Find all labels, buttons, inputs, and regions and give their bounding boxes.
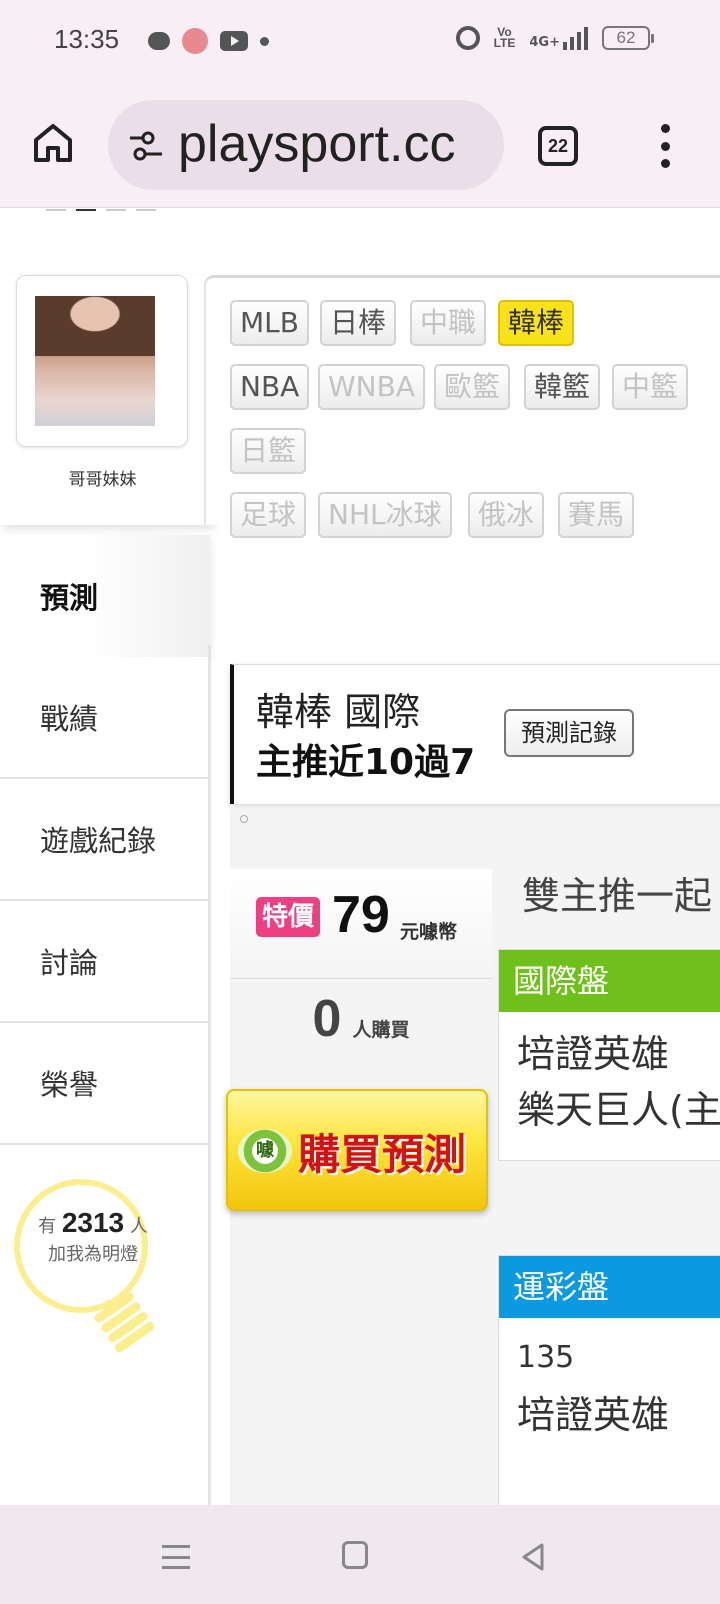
sale-badge: 特價 xyxy=(256,897,320,937)
price-value: 79 xyxy=(332,886,390,944)
menu-item-discussion[interactable]: 討論 xyxy=(0,901,210,1023)
intl-market-team-1: 培證英雄 xyxy=(517,1032,670,1076)
follower-prefix: 有 xyxy=(38,1216,57,1237)
signal-icon: 4G+ xyxy=(529,26,588,50)
intl-market-pick: 培證英雄 樂天巨人(主 xyxy=(499,1012,720,1138)
address-bar[interactable]: playsport.cc xyxy=(108,100,504,190)
prediction-header: 韓棒 國際 主推近10過7 預測記錄 xyxy=(230,664,720,804)
intl-market-title: 國際盤 xyxy=(499,950,720,1012)
follower-bulb[interactable]: 有 2313 人 加我為明燈 xyxy=(14,1179,164,1359)
prediction-body: 特價 79 元噱幣 0 人購買 噱 購買預測 雙主推一起 國際盤 培證英雄 樂天… xyxy=(226,809,720,1505)
system-navigation-bar xyxy=(0,1505,720,1604)
coin-icon: 噱 xyxy=(238,1129,292,1173)
sport-tag-nba[interactable]: NBA xyxy=(230,364,310,410)
avatar-image xyxy=(35,296,155,426)
profile-side-menu: 預測 戰績 遊戲紀錄 討論 榮譽 xyxy=(0,535,210,1145)
youtube-icon xyxy=(220,31,248,51)
prediction-record-button[interactable]: 預測記錄 xyxy=(504,709,634,757)
back-icon[interactable] xyxy=(518,1541,548,1573)
profile-card: 哥哥妹妹 xyxy=(0,275,210,525)
sport-tag-horse-racing[interactable]: 賽馬 xyxy=(558,492,635,538)
tab-switcher-button[interactable]: 22 xyxy=(538,126,578,166)
sport-tag-soccer[interactable]: 足球 xyxy=(230,492,307,538)
sport-filter-panel: MLB 日棒 中職 韓棒 NBA WNBA 歐籃 韓籃 中籃 日籃 足球 NHL… xyxy=(204,275,720,538)
buyers-count: 0 人購買 xyxy=(230,989,492,1049)
sport-tag-khl[interactable]: 俄冰 xyxy=(468,492,545,538)
status-bar: 13:35 Vo LTE 4G+ 62 xyxy=(0,0,720,84)
menu-item-predictions[interactable]: 預測 xyxy=(0,535,210,657)
web-page: 哥哥妹妹 MLB 日棒 中職 韓棒 NBA WNBA 歐籃 韓籃 中籃 日籃 足… xyxy=(0,209,720,1505)
follower-caption: 加我為明燈 xyxy=(48,1244,138,1265)
battery-icon: 62 xyxy=(602,26,654,50)
volte-icon: Vo LTE xyxy=(493,25,516,50)
menu-item-game-history[interactable]: 遊戲紀錄 xyxy=(0,779,210,901)
price-unit: 元噱幣 xyxy=(400,921,458,943)
browser-menu-icon[interactable] xyxy=(656,124,674,168)
intl-market-team-2: 樂天巨人(主 xyxy=(517,1088,720,1132)
lottery-market-code: 135 xyxy=(517,1340,575,1375)
url-text[interactable]: playsport.cc xyxy=(178,114,455,174)
system-icons: Vo LTE 4G+ 62 xyxy=(455,25,654,50)
sport-tag-npb[interactable]: 日棒 xyxy=(320,300,397,346)
sport-tag-kbo[interactable]: 韓棒 xyxy=(498,300,575,346)
buy-prediction-label: 購買預測 xyxy=(298,1130,467,1179)
notification-icons xyxy=(148,28,269,54)
menu-item-record[interactable]: 戰績 xyxy=(0,657,210,779)
sport-tag-euro-basketball[interactable]: 歐籃 xyxy=(434,364,511,410)
chat-icon xyxy=(148,32,170,50)
network-type: 4G+ xyxy=(529,34,560,50)
more-notifications-icon xyxy=(260,36,269,46)
page-indicator xyxy=(46,209,156,211)
pin-icon xyxy=(240,815,248,823)
recent-apps-icon[interactable] xyxy=(162,1545,190,1569)
site-settings-icon[interactable] xyxy=(128,130,164,162)
browser-toolbar: playsport.cc 22 xyxy=(0,84,720,208)
lottery-market-team: 培證英雄 xyxy=(517,1393,670,1437)
buyers-unit: 人購買 xyxy=(352,1019,410,1041)
dual-pick-title: 雙主推一起 xyxy=(522,874,713,918)
profile-name[interactable]: 哥哥妹妹 xyxy=(0,465,205,490)
home-nav-icon[interactable] xyxy=(342,1541,368,1569)
alarm-icon xyxy=(455,26,480,50)
sport-tag-nhl[interactable]: NHL冰球 xyxy=(318,492,452,538)
menu-item-honors[interactable]: 榮譽 xyxy=(0,1023,210,1145)
status-time: 13:35 xyxy=(54,24,120,54)
follower-count: 2313 xyxy=(61,1207,125,1238)
follower-suffix: 人 xyxy=(129,1216,148,1237)
prediction-league: 韓棒 國際 xyxy=(256,690,421,734)
sport-tag-china-basketball[interactable]: 中籃 xyxy=(612,364,689,410)
lottery-market-title: 運彩盤 xyxy=(499,1256,720,1318)
intl-market-box: 國際盤 培證英雄 樂天巨人(主 xyxy=(498,949,720,1161)
sport-tag-korea-basketball[interactable]: 韓籃 xyxy=(524,364,601,410)
divider xyxy=(208,645,211,1505)
buyers-value: 0 xyxy=(312,990,342,1048)
prediction-streak: 主推近10過7 xyxy=(256,742,476,783)
buy-prediction-button[interactable]: 噱 購買預測 xyxy=(226,1089,488,1211)
app-avatar-icon xyxy=(182,28,208,54)
sport-tag-wnba[interactable]: WNBA xyxy=(318,364,425,410)
sport-tag-mlb[interactable]: MLB xyxy=(230,300,309,346)
avatar[interactable] xyxy=(16,275,188,447)
lottery-market-box: 運彩盤 135 培證英雄 xyxy=(498,1255,720,1505)
sport-tag-cpbl[interactable]: 中職 xyxy=(410,300,487,346)
follower-count-text: 有 2313 人 加我為明燈 xyxy=(28,1209,158,1269)
price-row: 特價 79 元噱幣 xyxy=(230,869,492,979)
sport-tag-japan-basketball[interactable]: 日籃 xyxy=(230,428,307,474)
home-icon[interactable] xyxy=(30,120,76,166)
